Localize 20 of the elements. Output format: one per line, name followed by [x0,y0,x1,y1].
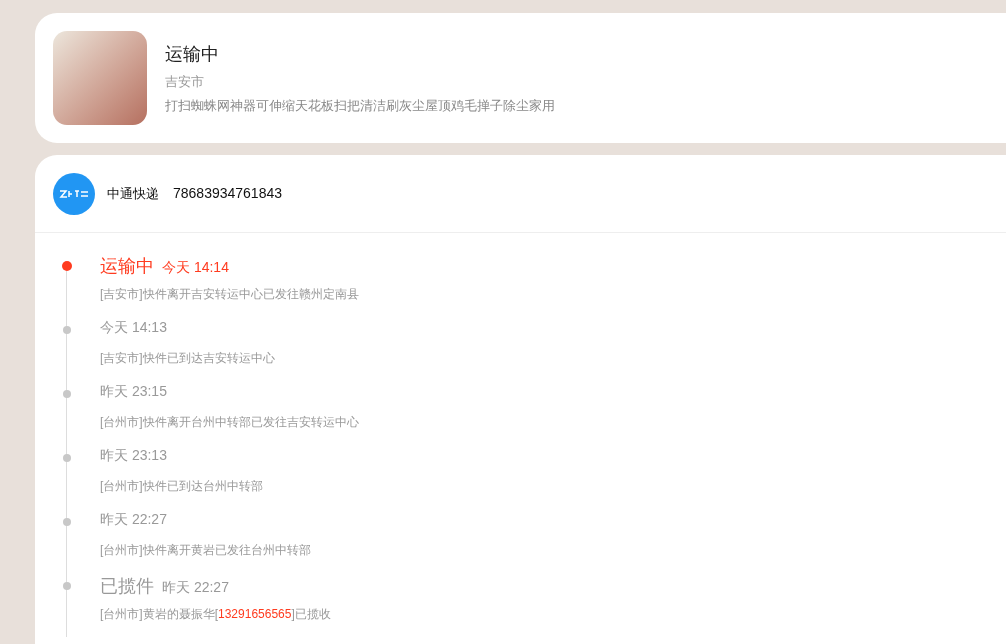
event-status: 已揽件 [100,575,154,598]
city-label: 吉安市 [165,73,205,91]
courier-logo-icon [53,172,95,215]
event-description: [吉安市]快件已到达吉安转运中心 [100,350,276,367]
product-title: 打扫蜘蛛网神器可伸缩天花板扫把清洁刷灰尘屋顶鸡毛掸子除尘家用 [165,96,555,115]
event-description: [吉安市]快件离开吉安转运中心已发往赣州定南县 [100,286,360,303]
event-time: 今天 14:13 [100,318,167,337]
event-time: 今天 14:14 [162,258,229,277]
event-time: 昨天 23:15 [100,382,167,401]
event-description: [台州市]快件离开黄岩已发往台州中转部 [100,542,312,559]
tracking-number: 78683934761843 [173,184,282,203]
courier-name: 中通快递 [107,184,159,203]
event-status: 运输中 [100,255,154,278]
event-time: 昨天 22:27 [162,578,229,597]
event-description: [台州市]快件已到达台州中转部 [100,478,264,495]
event-description: [台州市]黄岩的聂振华[13291656565]已揽收 [100,606,332,623]
event-description: [台州市]快件离开台州中转部已发往吉安转运中心 [100,414,360,431]
shipment-status: 运输中 [165,43,220,66]
event-time: 昨天 23:13 [100,446,167,465]
event-time: 昨天 22:27 [100,510,167,529]
